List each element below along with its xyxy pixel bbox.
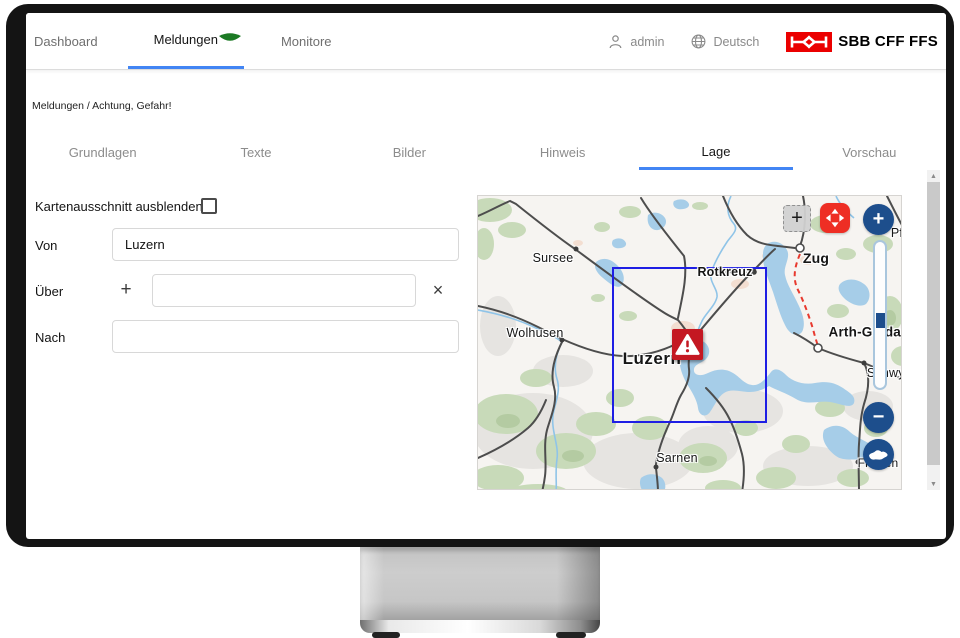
- clear-via-button[interactable]: ×: [429, 281, 447, 299]
- person-icon: [608, 34, 623, 50]
- warning-marker[interactable]: [672, 329, 703, 360]
- map-label-pf: Pf: [891, 226, 902, 240]
- close-icon: ×: [433, 280, 444, 301]
- map-pan-button[interactable]: [820, 203, 850, 233]
- green-crescent-badge-icon: [218, 32, 242, 43]
- tab-vorschau[interactable]: Vorschau: [793, 135, 946, 170]
- brand-text: SBB CFF FFS: [838, 33, 938, 50]
- tab-texte[interactable]: Texte: [179, 135, 332, 170]
- content-scrollbar[interactable]: ▲ ▼: [927, 170, 940, 490]
- nav-item-meldungen[interactable]: Meldungen: [128, 13, 244, 69]
- main-nav: Dashboard Meldungen Monitore: [32, 13, 334, 69]
- map-label-sursee: Sursee: [533, 251, 574, 265]
- nav-item-monitore[interactable]: Monitore: [279, 13, 334, 69]
- user-label: admin: [630, 35, 664, 49]
- nav-label: Monitore: [281, 34, 332, 49]
- map-label-zug: Zug: [803, 250, 829, 266]
- nav-label: Dashboard: [34, 34, 98, 49]
- monitor-foot: [556, 632, 586, 638]
- map-zoom-in-button[interactable]: +: [863, 204, 894, 235]
- app-window: Dashboard Meldungen Monitore: [26, 13, 946, 539]
- tab-bilder[interactable]: Bilder: [333, 135, 486, 170]
- map-label-sarnen: Sarnen: [656, 451, 698, 465]
- zoom-slider-handle[interactable]: [876, 313, 885, 328]
- map-switzerland-extent-button[interactable]: [863, 439, 894, 470]
- map-overview-zoom-button[interactable]: +: [783, 205, 811, 232]
- switzerland-icon: [868, 448, 889, 462]
- monitor-stand: [360, 547, 600, 620]
- nach-input[interactable]: [112, 320, 459, 353]
- nach-label: Nach: [35, 330, 65, 345]
- pan-arrows-icon: [823, 206, 847, 230]
- minus-icon: −: [873, 406, 885, 429]
- add-via-button[interactable]: +: [117, 281, 135, 299]
- ueber-input[interactable]: [152, 274, 416, 307]
- von-input[interactable]: [112, 228, 459, 261]
- map-zoom-slider[interactable]: [873, 240, 887, 390]
- top-navigation-bar: Dashboard Meldungen Monitore: [26, 13, 946, 70]
- plus-icon: +: [120, 279, 131, 301]
- tab-lage[interactable]: Lage: [639, 135, 792, 170]
- plus-icon: +: [873, 208, 885, 231]
- map-label-rotkreuz: Rotkreuz: [697, 265, 752, 279]
- scroll-down-arrow[interactable]: ▼: [927, 478, 940, 490]
- map-label-wolhusen: Wolhusen: [507, 326, 564, 340]
- globe-icon: [691, 34, 706, 49]
- monitor-foot: [372, 632, 400, 638]
- user-menu[interactable]: admin: [608, 34, 664, 50]
- appbar-right-group: admin Deutsch: [608, 13, 938, 70]
- sbb-logo-icon: [786, 32, 832, 52]
- monitor-frame: Dashboard Meldungen Monitore: [6, 4, 954, 547]
- hide-map-checkbox[interactable]: [201, 198, 217, 214]
- plus-icon: +: [791, 207, 803, 230]
- breadcrumb[interactable]: Meldungen / Achtung, Gefahr!: [32, 100, 172, 112]
- language-menu[interactable]: Deutsch: [691, 34, 759, 49]
- desktop-background: Dashboard Meldungen Monitore: [0, 0, 960, 638]
- scroll-up-arrow[interactable]: ▲: [927, 170, 940, 182]
- scrollbar-thumb[interactable]: [927, 182, 940, 465]
- map-canvas[interactable]: Sursee Rotkreuz Zug Wolhusen Luzern Arth…: [477, 195, 902, 490]
- von-label: Von: [35, 238, 57, 253]
- tab-hinweis[interactable]: Hinweis: [486, 135, 639, 170]
- warning-triangle-icon: [675, 333, 700, 356]
- language-label: Deutsch: [713, 35, 759, 49]
- ueber-label: Über: [35, 284, 63, 299]
- nav-item-dashboard[interactable]: Dashboard: [32, 13, 100, 69]
- map-zoom-out-button[interactable]: −: [863, 402, 894, 433]
- nav-label: Meldungen: [154, 32, 218, 47]
- hide-map-label: Kartenausschnitt ausblenden: [35, 199, 203, 214]
- tab-grundlagen[interactable]: Grundlagen: [26, 135, 179, 170]
- detail-tabs: Grundlagen Texte Bilder Hinweis Lage Vor…: [26, 135, 946, 170]
- map-label-arth-goldau: Arth-Goldau: [829, 325, 902, 340]
- brand-lockup: SBB CFF FFS: [786, 32, 938, 52]
